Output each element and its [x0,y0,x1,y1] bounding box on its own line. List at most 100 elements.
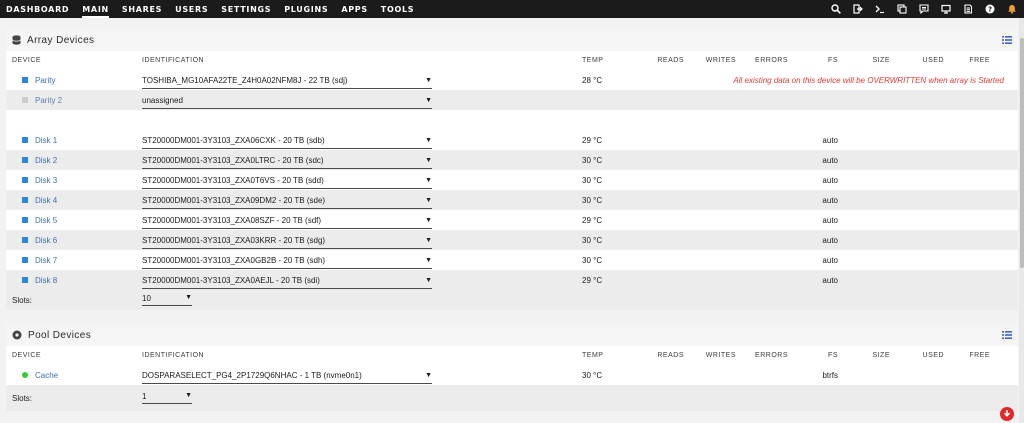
device-select[interactable]: DOSPARASELECT_PG4_2P1729Q6NHAC - 1 TB (n… [142,371,432,384]
nav-tab-users[interactable]: USERS [175,0,208,18]
log-icon[interactable] [962,3,974,15]
nav-tab-apps[interactable]: APPS [341,0,367,18]
device-link-disk-8[interactable]: Disk 8 [35,276,57,285]
copy-icon[interactable] [896,3,908,15]
table-row: Disk 7 ST20000DM001-3Y3103_ZXA0GB2B - 20… [6,250,1018,270]
scrollbar-thumb[interactable] [1020,38,1024,268]
device-select[interactable]: TOSHIBA_MG10AFA22TE_Z4H0A02NFM8J - 22 TB… [142,76,432,89]
disk-status-icon [22,157,28,163]
fs-value: auto [822,215,838,225]
temp-value: 29 °C [582,215,603,225]
device-link-disk-4[interactable]: Disk 4 [35,196,57,205]
disk-status-icon [22,277,28,283]
device-select[interactable]: ST20000DM001-3Y3103_ZXA0T6VS - 20 TB (sd… [142,176,432,189]
table-row: Disk 2 ST20000DM001-3Y3103_ZXA0LTRC - 20… [6,150,1018,170]
search-icon[interactable] [830,3,842,15]
table-row: Disk 6 ST20000DM001-3Y3103_ZXA03KRR - 20… [6,230,1018,250]
table-header: DEVICE IDENTIFICATION TEMP READS WRITES … [6,346,1018,365]
col-free: FREE [969,352,990,359]
device-select[interactable]: ST20000DM001-3Y3103_ZXA08SZF - 20 TB (sd… [142,216,432,229]
fs-value: auto [822,235,838,245]
device-select[interactable]: ST20000DM001-3Y3103_ZXA0GB2B - 20 TB (sd… [142,256,432,269]
device-link-cache[interactable]: Cache [35,371,58,380]
nav-tab-settings[interactable]: SETTINGS [221,0,271,18]
disk-status-icon [22,77,28,83]
device-link-disk-7[interactable]: Disk 7 [35,256,57,265]
nav-tabs: DASHBOARD MAIN SHARES USERS SETTINGS PLU… [6,0,414,18]
col-size: SIZE [872,352,890,359]
device-select[interactable]: unassigned ▼ [142,96,432,109]
feedback-icon[interactable] [918,3,930,15]
fs-value: btrfs [822,370,838,380]
help-icon[interactable]: ? [984,3,996,15]
scrollbar[interactable] [1019,18,1024,423]
overwrite-warning: All existing data on this device will be… [733,75,1004,85]
list-view-icon[interactable] [1002,331,1012,339]
table-header: DEVICE IDENTIFICATION TEMP READS WRITES … [6,51,1018,70]
col-temp: TEMP [582,57,604,64]
device-link-disk-6[interactable]: Disk 6 [35,236,57,245]
device-select[interactable]: ST20000DM001-3Y3103_ZXA0LTRC - 20 TB (sd… [142,156,432,169]
nav-tab-main[interactable]: MAIN [82,0,109,18]
table-row: Disk 8 ST20000DM001-3Y3103_ZXA0AEJL - 20… [6,270,1018,290]
nav-tab-dashboard[interactable]: DASHBOARD [6,0,69,18]
device-link-disk-3[interactable]: Disk 3 [35,176,57,185]
monitor-icon[interactable] [940,3,952,15]
list-view-icon[interactable] [1002,36,1012,44]
slots-label: Slots: [12,295,33,305]
col-fs: FS [828,352,838,359]
disk-status-icon [22,217,28,223]
slots-select[interactable]: 10 ▼ [142,294,192,306]
disk-status-icon [22,177,28,183]
temp-value: 30 °C [582,195,603,205]
table-row: Disk 3 ST20000DM001-3Y3103_ZXA0T6VS - 20… [6,170,1018,190]
temp-value: 30 °C [582,370,603,380]
terminal-icon[interactable] [874,3,886,15]
bell-icon[interactable] [1006,3,1018,15]
device-select[interactable]: ST20000DM001-3Y3103_ZXA0AEJL - 20 TB (sd… [142,276,432,289]
temp-value: 29 °C [582,275,603,285]
nav-tab-shares[interactable]: SHARES [122,0,162,18]
slots-row: Slots: 1 ▼ [6,385,1018,411]
col-device: DEVICE [12,57,42,64]
col-reads: READS [657,57,684,64]
device-link-parity[interactable]: Parity [35,76,55,85]
device-link-disk-1[interactable]: Disk 1 [35,136,57,145]
disk-status-icon [22,257,28,263]
database-icon [12,35,21,45]
device-select[interactable]: ST20000DM001-3Y3103_ZXA06CXK - 20 TB (sd… [142,136,432,149]
pool-devices-header: Pool Devices [6,324,1018,346]
logout-icon[interactable] [852,3,864,15]
arrow-down-icon [1003,409,1011,419]
col-writes: WRITES [705,57,736,64]
svg-text:?: ? [988,6,992,14]
device-link-disk-5[interactable]: Disk 5 [35,216,57,225]
device-select[interactable]: ST20000DM001-3Y3103_ZXA09DM2 - 20 TB (sd… [142,196,432,209]
nav-tab-plugins[interactable]: PLUGINS [284,0,328,18]
scroll-down-button[interactable] [1000,407,1014,421]
temp-value: 30 °C [582,255,603,265]
top-nav: DASHBOARD MAIN SHARES USERS SETTINGS PLU… [0,0,1024,18]
table-row: Parity 2 unassigned ▼ [6,90,1018,110]
disk-status-icon [22,197,28,203]
table-row: Parity TOSHIBA_MG10AFA22TE_Z4H0A02NFM8J … [6,70,1018,90]
device-link-disk-2[interactable]: Disk 2 [35,156,57,165]
device-link-parity-2[interactable]: Parity 2 [35,96,62,105]
array-devices-panel: Array Devices DEVICE IDENTIFICATION TEMP… [6,29,1018,310]
nav-tab-tools[interactable]: TOOLS [381,0,414,18]
temp-value: 30 °C [582,175,603,185]
slots-select[interactable]: 1 ▼ [142,392,192,404]
col-temp: TEMP [582,352,604,359]
panel-title: Pool Devices [28,329,92,341]
disk-status-icon [22,137,28,143]
col-fs: FS [828,57,838,64]
table-row: Disk 1 ST20000DM001-3Y3103_ZXA06CXK - 20… [6,130,1018,150]
slots-label: Slots: [12,393,33,403]
col-errors: ERRORS [755,57,788,64]
online-status-icon [22,372,28,378]
temp-value: 30 °C [582,155,603,165]
fs-value: auto [822,175,838,185]
fs-value: auto [822,155,838,165]
spacer-row [6,110,1018,130]
device-select[interactable]: ST20000DM001-3Y3103_ZXA03KRR - 20 TB (sd… [142,236,432,249]
